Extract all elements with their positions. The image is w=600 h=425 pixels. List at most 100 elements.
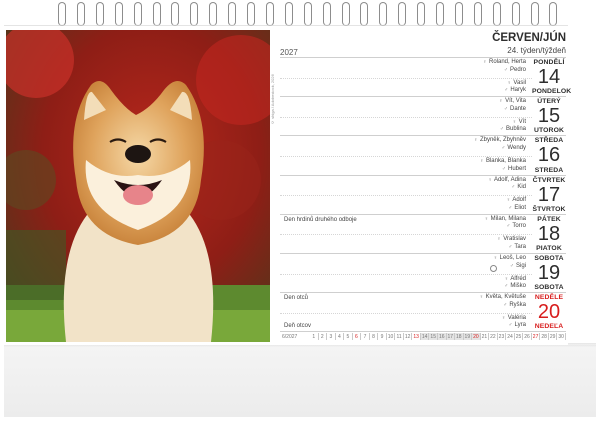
mini-calendar-day: 9 <box>378 333 387 340</box>
holiday-sk: Deň otcov <box>284 322 312 329</box>
day-number: 14 <box>537 66 561 88</box>
mini-calendar-days: 1 2 3 4 5 6 7 8 9 10 11 12 13 14 15 16 17 18 19 20 21 22 23 24 2… <box>310 333 566 340</box>
male-sign-icon: ♂ <box>508 322 513 329</box>
female-sign-icon: ♀ <box>484 215 489 222</box>
spiral-coil <box>58 2 66 26</box>
name-day: ♂ Kid <box>511 184 526 191</box>
mini-calendar-day: 25 <box>515 333 524 340</box>
male-sign-icon: ♂ <box>508 204 513 211</box>
name-days-sk: ♀ Adolf ♂ Eliot <box>506 197 526 212</box>
day-number: 17 <box>537 183 561 206</box>
spiral-binding <box>58 0 566 30</box>
female-sign-icon: ♀ <box>482 59 487 65</box>
spiral-coil <box>247 2 255 26</box>
day-name-sk: SOBOTA <box>534 284 564 292</box>
male-sign-icon: ♂ <box>506 223 511 230</box>
name-days-cz: ♀ Leoš, Leo ♂ Sigi <box>493 255 526 270</box>
mini-calendar-day: 19 <box>463 333 473 340</box>
mini-calendar-day: 16 <box>437 333 447 340</box>
spiral-coil <box>190 2 199 26</box>
name-day: ♀ Vasil <box>507 79 526 86</box>
male-sign-icon: ♂ <box>511 184 516 191</box>
month-title: ČERVEN/JÚN <box>492 32 566 44</box>
spiral-coil <box>133 2 142 26</box>
name-day: ♂ Haryk <box>504 87 526 94</box>
name-day: ♀ Květa, Květuše <box>479 294 526 301</box>
female-sign-icon: ♀ <box>501 314 506 321</box>
name-days-sk: ♀ Alfréd ♂ Miško <box>504 276 526 291</box>
spiral-coil <box>114 2 123 26</box>
mini-calendar-day: 1 <box>310 333 319 340</box>
spiral-coil <box>341 2 350 26</box>
name-day: ♂ Dante <box>503 105 526 112</box>
week-number: 24. týden/týždeň <box>507 46 566 55</box>
female-sign-icon: ♀ <box>473 137 478 144</box>
mini-calendar-day: 20 <box>472 333 481 340</box>
mini-calendar-day: 12 <box>404 333 413 340</box>
mini-calendar-day: 10 <box>387 333 396 340</box>
name-day: ♀ Blanka, Blanka <box>479 157 526 164</box>
female-sign-icon: ♀ <box>512 118 517 125</box>
name-days-cz: ♀ Milan, Milana ♂ Torro <box>484 216 526 231</box>
mini-calendar-day: 15 <box>429 333 438 340</box>
spiral-coil <box>492 2 501 26</box>
male-sign-icon: ♂ <box>509 262 514 269</box>
half-row-divider <box>280 273 532 275</box>
name-days-sk: ♀ Vasil ♂ Haryk <box>504 80 526 95</box>
day-number: 19 <box>537 262 561 284</box>
day-row: PÁTEK 18 PIATOK ♀ Milan, Milana ♂ Torro ♀ Vra… <box>280 213 566 253</box>
mini-calendar-day: 2 <box>319 333 328 340</box>
holiday-cz: Den otců <box>284 295 309 302</box>
spiral-coil <box>454 2 463 26</box>
full-moon-icon <box>490 265 497 272</box>
half-row-divider <box>280 312 532 314</box>
holiday-cz: Den hrdinů druhého odboje <box>284 216 357 223</box>
dog-photo <box>6 30 270 342</box>
day-number: 16 <box>537 144 561 167</box>
female-sign-icon: ♀ <box>488 176 492 183</box>
day-name-sk: NEDEĽA <box>534 323 564 331</box>
spiral-coil <box>228 2 237 26</box>
half-row-divider <box>280 155 532 157</box>
day-name-cz: PÁTEK <box>537 215 561 223</box>
mini-calendar-day: 4 <box>336 333 345 340</box>
day-name-cz: ČTVRTEK <box>532 176 566 184</box>
day-name-cz: SOBOTA <box>534 255 564 262</box>
spiral-coil <box>76 2 85 26</box>
name-day: ♂ Tara <box>508 243 526 250</box>
mini-calendar-day: 23 <box>498 333 507 340</box>
female-sign-icon: ♀ <box>479 294 484 301</box>
mini-calendar-day: 17 <box>446 333 456 340</box>
name-day: ♂ Bublina <box>499 126 526 133</box>
mini-month-calendar: 6/2027 1 2 3 4 5 6 7 8 9 10 11 12 13 14 15 16 17 18 19 20 21… <box>280 331 566 340</box>
male-sign-icon: ♂ <box>503 301 508 308</box>
mini-calendar-day: 6 <box>353 333 362 340</box>
name-days-sk: ♀ Valéria ♂ Lyra <box>501 315 526 330</box>
spiral-coil <box>209 2 218 26</box>
name-day: ♀ Roland, Herta <box>482 59 526 65</box>
name-day: ♀ Milan, Milana <box>484 215 526 222</box>
female-sign-icon: ♀ <box>507 79 512 86</box>
name-day: ♂ Hubert <box>501 165 526 172</box>
name-day: ♂ Sigi <box>509 262 526 269</box>
mini-calendar-day: 27 <box>532 333 541 340</box>
mini-calendar-day: 22 <box>490 333 498 340</box>
male-sign-icon: ♂ <box>499 126 504 133</box>
name-day: ♂ Torro <box>506 223 526 230</box>
name-day: ♀ Alfréd <box>504 275 526 282</box>
calendar-stand <box>4 345 596 417</box>
mini-calendar-day: 8 <box>370 333 379 340</box>
day-number: 20 <box>537 301 561 324</box>
spiral-coil <box>436 2 444 26</box>
spiral-coil <box>171 2 180 26</box>
name-day: ♀ Adolf, Adina <box>488 176 526 183</box>
day-name-cz: NEDĚLE <box>534 294 564 302</box>
female-sign-icon: ♀ <box>499 98 503 105</box>
mini-calendar-day: 3 <box>327 333 336 340</box>
year-label: 2027 <box>280 48 298 57</box>
spiral-coil <box>322 2 331 26</box>
spiral-coil <box>549 2 558 26</box>
name-day: ♀ Vít <box>512 118 526 125</box>
half-row-divider <box>280 195 532 197</box>
day-name-sk: UTOROK <box>534 127 564 135</box>
